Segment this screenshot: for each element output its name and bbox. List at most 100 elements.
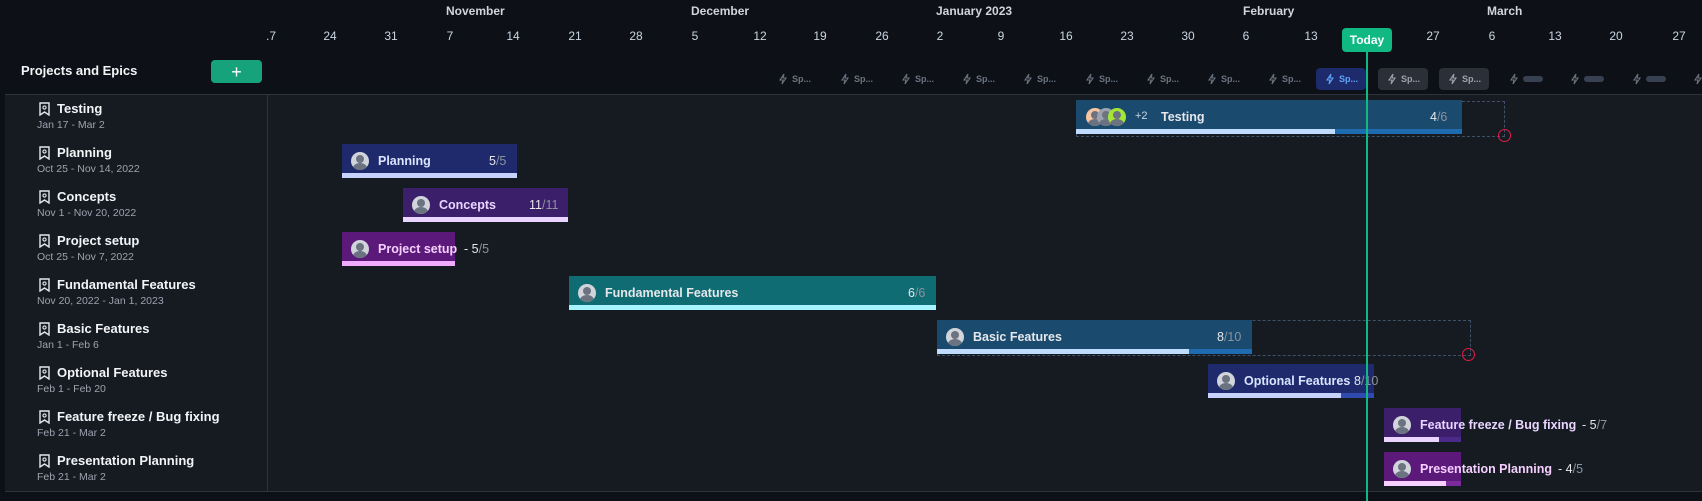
assignee-avatar[interactable] xyxy=(578,284,596,302)
epic-row[interactable]: Concepts Nov 1 - Nov 20, 2022 xyxy=(5,183,1702,228)
epic-name: Basic Features xyxy=(57,321,150,336)
epic-sidebar-item[interactable]: Feature freeze / Bug fixing Feb 21 - Mar … xyxy=(5,403,268,447)
sprint-chip[interactable] xyxy=(1561,68,1611,90)
progress-fill xyxy=(1076,129,1335,134)
sprint-chip[interactable] xyxy=(1684,68,1702,90)
epic-sidebar-item[interactable]: Fundamental Features Nov 20, 2022 - Jan 1… xyxy=(5,271,268,315)
issue-count: - 4/5 xyxy=(1558,462,1583,476)
sprint-chip[interactable]: Sp... xyxy=(769,68,819,90)
epic-sidebar-item[interactable]: Planning Oct 25 - Nov 14, 2022 xyxy=(5,139,268,183)
day-tick: 28 xyxy=(629,29,643,43)
progress-fill xyxy=(403,217,568,222)
lightning-icon xyxy=(1084,73,1096,85)
sprint-chip[interactable]: Sp... xyxy=(953,68,1003,90)
epic-bar[interactable]: Feature freeze / Bug fixing - 5/7 xyxy=(1384,408,1607,442)
assignee-avatar[interactable] xyxy=(1393,416,1411,434)
epic-name: Planning xyxy=(57,145,112,160)
issues-done: 5 xyxy=(489,154,496,168)
lightning-icon xyxy=(1692,73,1702,85)
day-tick: 23 xyxy=(1120,29,1134,43)
epic-sidebar-item[interactable]: Optional Features Feb 1 - Feb 20 xyxy=(5,359,268,403)
epic-dates: Feb 21 - Mar 2 xyxy=(37,427,106,439)
epic-sidebar-item[interactable]: Concepts Nov 1 - Nov 20, 2022 xyxy=(5,183,268,227)
epic-sidebar-item[interactable]: Testing Jan 17 - Mar 2 xyxy=(5,95,268,139)
lightning-icon xyxy=(1145,73,1157,85)
lightning-icon xyxy=(1022,73,1034,85)
sprint-label: Sp... xyxy=(853,74,873,84)
issue-count: - 5/7 xyxy=(1582,418,1607,432)
assignee-avatar[interactable] xyxy=(351,152,369,170)
epic-name: Project setup xyxy=(57,233,140,248)
issue-count: 8/10 xyxy=(1217,330,1241,344)
assignee-avatar[interactable] xyxy=(1393,460,1411,478)
epic-icon xyxy=(38,190,51,205)
sprint-chip[interactable] xyxy=(1500,68,1550,90)
epic-bar[interactable]: Planning 5/5 xyxy=(342,144,517,178)
epic-icon xyxy=(38,454,51,469)
issue-count: 4/6 xyxy=(1430,110,1447,124)
issues-total: /5 xyxy=(1572,462,1584,476)
assignee-avatar[interactable] xyxy=(1217,372,1235,390)
epic-bar[interactable]: Presentation Planning - 4/5 xyxy=(1384,452,1583,486)
epic-dates: Jan 17 - Mar 2 xyxy=(37,119,105,131)
extra-assignees-count: +2 xyxy=(1135,110,1148,122)
today-badge[interactable]: Today xyxy=(1342,28,1392,52)
lightning-icon xyxy=(1508,73,1520,85)
lightning-icon xyxy=(961,73,973,85)
basic-features-deadline-icon[interactable] xyxy=(1462,348,1475,361)
issue-count: 5/5 xyxy=(489,154,506,168)
day-tick: 27 xyxy=(1426,29,1440,43)
epic-bar[interactable]: Project setup - 5/5 xyxy=(342,232,489,266)
epic-name: Concepts xyxy=(57,189,117,204)
epic-row[interactable]: Project setup Oct 25 - Nov 7, 2022 xyxy=(5,227,1702,272)
issues-total: /7 xyxy=(1596,418,1608,432)
issues-done: - 5 xyxy=(464,242,479,256)
sprint-chip[interactable] xyxy=(1623,68,1673,90)
sprint-chip[interactable]: Sp... xyxy=(1198,68,1248,90)
epic-bar[interactable]: Concepts 11/11 xyxy=(403,188,568,222)
assignee-avatar[interactable] xyxy=(412,196,430,214)
issues-done: 4 xyxy=(1430,110,1437,124)
assignee-avatar[interactable] xyxy=(351,240,369,258)
issues-done: 6 xyxy=(908,286,915,300)
add-epic-button[interactable]: + xyxy=(211,60,262,83)
epic-row[interactable]: Optional Features Feb 1 - Feb 20 xyxy=(5,359,1702,404)
epic-bar[interactable]: Basic Features 8/10 xyxy=(937,320,1252,354)
issues-total: /6 xyxy=(1436,110,1448,124)
assignee-avatar[interactable] xyxy=(946,328,964,346)
progress-fill xyxy=(342,173,517,178)
issues-total: /5 xyxy=(478,242,490,256)
day-tick: 30 xyxy=(1181,29,1195,43)
sprint-chip[interactable]: Sp... xyxy=(1259,68,1309,90)
assignee-avatar[interactable] xyxy=(1108,108,1126,126)
sprint-chip[interactable]: Sp... xyxy=(1378,68,1428,90)
epic-sidebar-item[interactable]: Presentation Planning Feb 21 - Mar 2 xyxy=(5,447,268,491)
epic-row[interactable]: Planning Oct 25 - Nov 14, 2022 xyxy=(5,139,1702,184)
epic-icon xyxy=(38,278,51,293)
epic-bar[interactable]: Fundamental Features 6/6 xyxy=(569,276,936,310)
sprint-chip[interactable]: Sp... xyxy=(1137,68,1187,90)
epic-dates: Oct 25 - Nov 14, 2022 xyxy=(37,163,140,175)
epic-icon xyxy=(38,102,51,117)
epic-bar[interactable]: Optional Features 8/10 xyxy=(1208,364,1378,398)
sprint-chip[interactable]: Sp... xyxy=(1014,68,1064,90)
sprint-chip[interactable]: Sp... xyxy=(892,68,942,90)
epic-bar-label: Project setup xyxy=(378,242,458,256)
sprint-label: Sp... xyxy=(1220,74,1240,84)
sprint-chip[interactable]: Sp... xyxy=(831,68,881,90)
epic-bar-label: Testing xyxy=(1161,110,1205,124)
sprint-chip-active[interactable]: Sp... xyxy=(1316,68,1366,90)
epic-sidebar-item[interactable]: Project setup Oct 25 - Nov 7, 2022 xyxy=(5,227,268,271)
lightning-icon xyxy=(1206,73,1218,85)
epic-sidebar-item[interactable]: Basic Features Jan 1 - Feb 6 xyxy=(5,315,268,359)
testing-deadline-icon[interactable] xyxy=(1498,129,1511,142)
sprint-label: Sp... xyxy=(914,74,934,84)
epic-dates: Feb 21 - Mar 2 xyxy=(37,471,106,483)
epic-bar[interactable]: +2 Testing 4/6 xyxy=(1076,100,1462,134)
issues-total: /11 xyxy=(541,198,559,212)
sprint-chip[interactable]: Sp... xyxy=(1076,68,1126,90)
sprint-chip[interactable]: Sp... xyxy=(1439,68,1489,90)
day-tick: 26 xyxy=(875,29,889,43)
sprint-label: Sp... xyxy=(1159,74,1179,84)
epic-dates: Oct 25 - Nov 7, 2022 xyxy=(37,251,134,263)
